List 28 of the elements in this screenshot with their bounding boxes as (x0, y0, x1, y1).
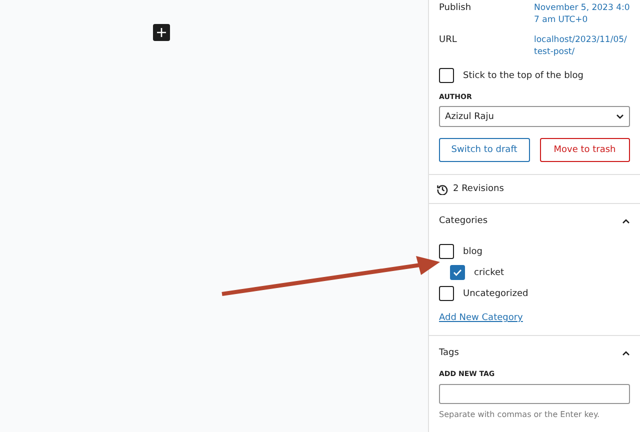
trash-button[interactable]: Move to trash (540, 138, 630, 162)
publish-label: Publish (439, 2, 472, 15)
checkbox[interactable] (450, 265, 465, 280)
tags-title: Tags (439, 348, 459, 358)
tag-input-field[interactable] (439, 384, 630, 404)
publish-date-link[interactable]: November 5, 2023 4:07 am UTC+0 (534, 2, 630, 26)
checkbox[interactable] (439, 68, 454, 83)
revisions-link[interactable]: 2 Revisions (453, 184, 504, 194)
draft-button[interactable]: Switch to draft (439, 138, 530, 162)
plus-icon (157, 28, 166, 37)
checkbox[interactable] (439, 244, 454, 259)
checkbox-label: Stick to the top of the blog (463, 70, 584, 80)
checkmark-icon (453, 269, 462, 276)
url-link[interactable]: localhost/2023/11/05/test-post/ (534, 34, 630, 58)
add-block-button[interactable] (153, 24, 170, 41)
url-label: URL (439, 34, 458, 47)
chevron-up-icon[interactable] (622, 350, 630, 356)
categories-title: Categories (439, 216, 488, 226)
author-select[interactable]: Azizul Raju (439, 106, 630, 127)
checkbox[interactable] (439, 286, 454, 301)
chevron-down-icon[interactable] (616, 114, 624, 119)
add-category-link[interactable]: Add New Category (439, 313, 523, 323)
tags-help-text: Separate with commas or the Enter key. (439, 410, 601, 419)
checkbox-label: Uncategorized (463, 288, 528, 298)
checkbox-label: cricket (474, 268, 504, 278)
history-icon (437, 184, 448, 194)
chevron-up-icon[interactable] (622, 218, 630, 224)
checkbox-label: blog (463, 246, 482, 256)
